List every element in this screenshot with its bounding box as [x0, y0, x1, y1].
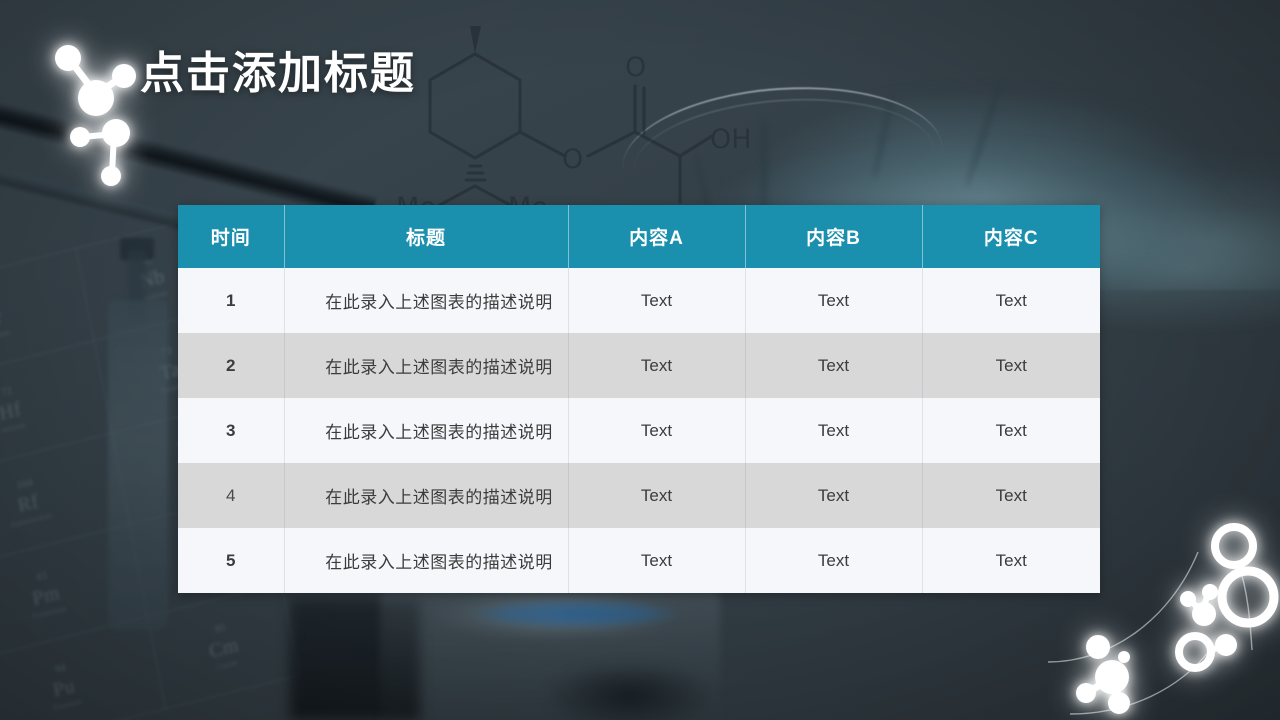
- cell-content-b: Text: [745, 528, 923, 593]
- cell-content-c: Text: [922, 528, 1100, 593]
- cell-content-a: Text: [568, 528, 746, 593]
- cell-content-c: Text: [922, 463, 1100, 528]
- cell-content-c: Text: [922, 398, 1100, 463]
- cell-content-a: Text: [568, 463, 746, 528]
- table-row[interactable]: 5 在此录入上述图表的描述说明 Text Text Text: [178, 528, 1100, 593]
- cell-time: 4: [178, 463, 285, 528]
- cell-content-b: Text: [745, 268, 923, 333]
- table-row[interactable]: 1 在此录入上述图表的描述说明 Text Text Text: [178, 268, 1100, 333]
- data-table: 时间 标题 内容A 内容B 内容C 1 在此录入上述图表的描述说明 Text T…: [178, 205, 1100, 593]
- cell-time: 1: [178, 268, 285, 333]
- cell-content-a: Text: [568, 333, 746, 398]
- cell-content-b: Text: [745, 333, 923, 398]
- cell-time: 3: [178, 398, 285, 463]
- column-header-content-a[interactable]: 内容A: [568, 205, 746, 268]
- cell-title: 在此录入上述图表的描述说明: [284, 528, 569, 593]
- page-title: 点击添加标题: [140, 49, 416, 98]
- cell-title: 在此录入上述图表的描述说明: [284, 268, 569, 333]
- cell-time: 5: [178, 528, 285, 593]
- cell-content-b: Text: [745, 463, 923, 528]
- data-table-container: 时间 标题 内容A 内容B 内容C 1 在此录入上述图表的描述说明 Text T…: [178, 205, 1100, 593]
- column-header-time[interactable]: 时间: [178, 205, 285, 268]
- table-row[interactable]: 3 在此录入上述图表的描述说明 Text Text Text: [178, 398, 1100, 463]
- cell-content-a: Text: [568, 398, 746, 463]
- cell-content-b: Text: [745, 398, 923, 463]
- molecule-decoration-left: [62, 112, 172, 222]
- cell-title: 在此录入上述图表的描述说明: [284, 463, 569, 528]
- column-header-title[interactable]: 标题: [284, 205, 569, 268]
- table-header-row: 时间 标题 内容A 内容B 内容C: [178, 205, 1100, 268]
- slide-canvas: 40ZrZirconium 41NbNiobium 72HfHafnium 73…: [0, 0, 1280, 720]
- cell-time: 2: [178, 333, 285, 398]
- cell-content-c: Text: [922, 333, 1100, 398]
- table-row[interactable]: 4 在此录入上述图表的描述说明 Text Text Text: [178, 463, 1100, 528]
- cell-title: 在此录入上述图表的描述说明: [284, 398, 569, 463]
- column-header-content-c[interactable]: 内容C: [922, 205, 1100, 268]
- cell-title: 在此录入上述图表的描述说明: [284, 333, 569, 398]
- table-row[interactable]: 2 在此录入上述图表的描述说明 Text Text Text: [178, 333, 1100, 398]
- column-header-content-b[interactable]: 内容B: [745, 205, 923, 268]
- cell-content-c: Text: [922, 268, 1100, 333]
- cell-content-a: Text: [568, 268, 746, 333]
